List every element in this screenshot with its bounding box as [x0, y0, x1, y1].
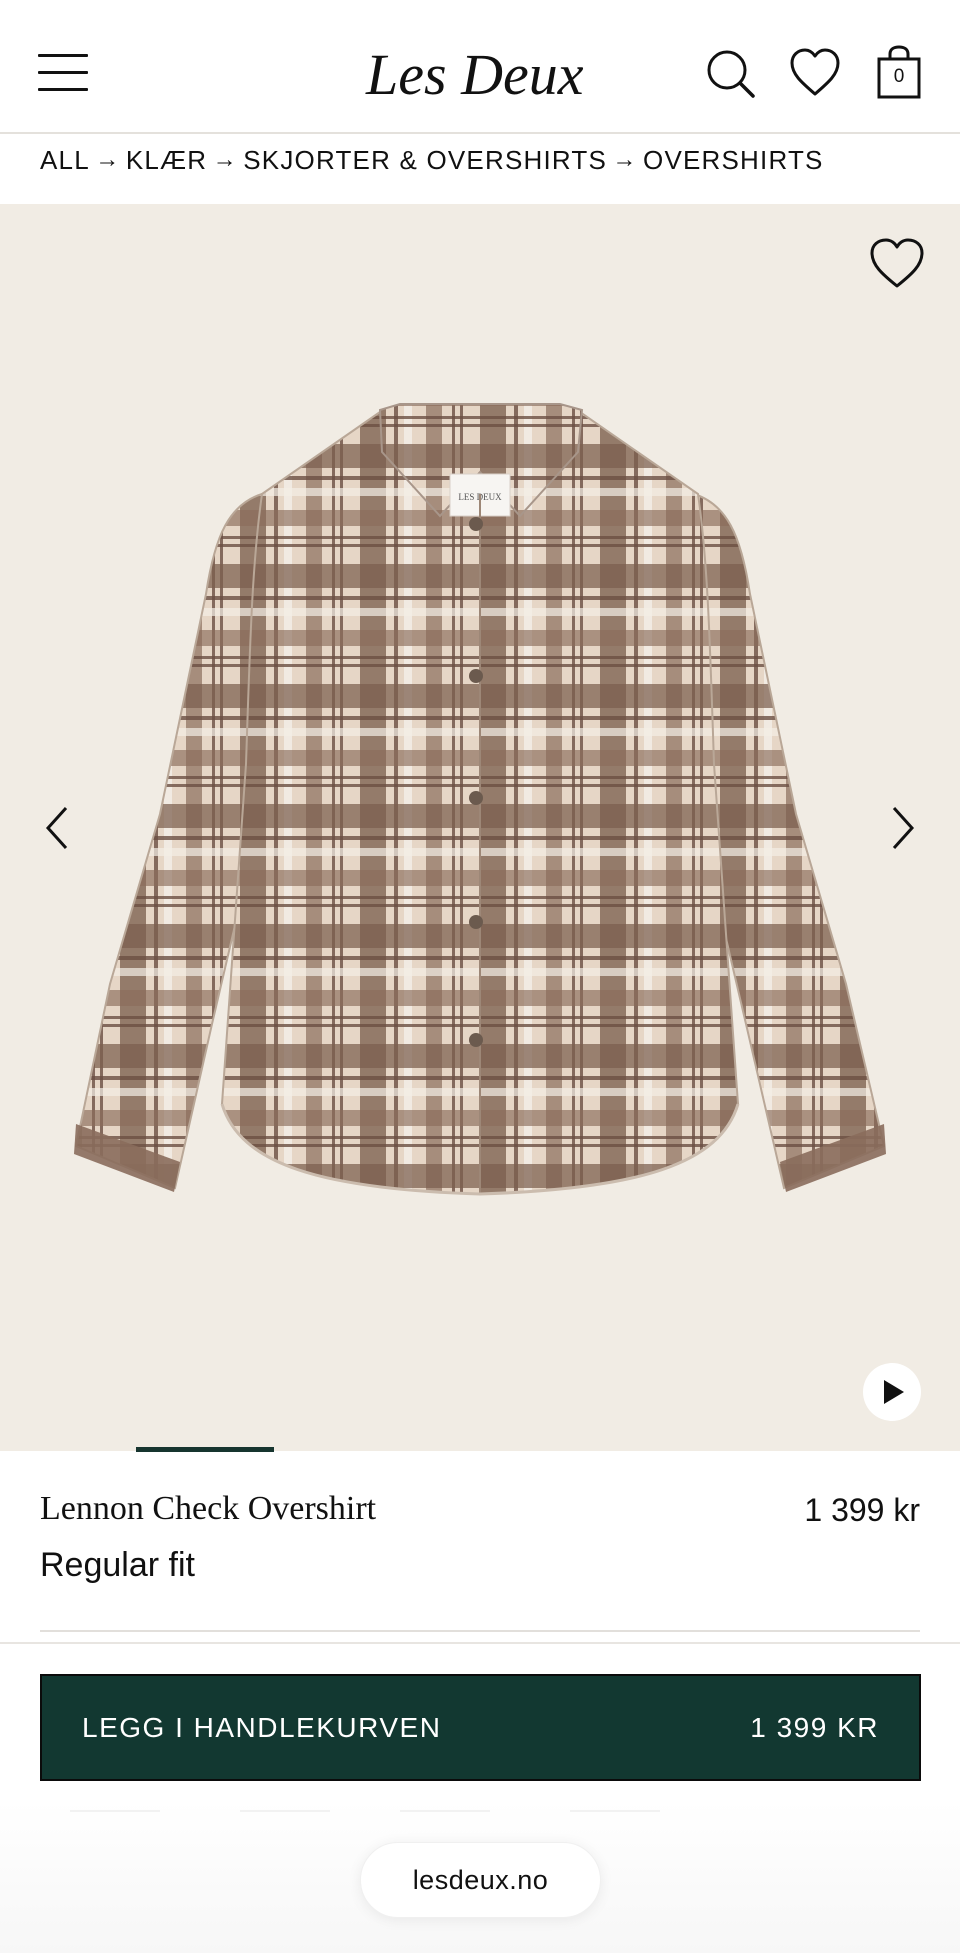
gallery-progress-indicator [136, 1447, 274, 1452]
brand-logo[interactable]: Les Deux [360, 30, 600, 110]
add-to-cart-price: 1 399 KR [750, 1712, 879, 1743]
breadcrumb-overshirts[interactable]: OVERSHIRTS [643, 145, 824, 176]
product-fit: Regular fit [40, 1546, 195, 1584]
divider [0, 1642, 960, 1644]
site-header: Les Deux 0 [0, 0, 960, 134]
search-icon[interactable] [703, 46, 757, 100]
browser-url-bar[interactable]: lesdeux.no [360, 1842, 601, 1918]
arrow-right-icon: → [212, 146, 238, 173]
divider [570, 1810, 660, 1812]
arrow-right-icon: → [612, 146, 638, 173]
url-text: lesdeux.no [412, 1865, 549, 1895]
chevron-right-icon[interactable] [880, 800, 924, 856]
menu-line [38, 71, 88, 74]
product-image: LES DEUX [74, 403, 886, 1196]
divider [40, 1630, 920, 1632]
product-name: Lennon Check Overshirt [40, 1490, 377, 1527]
brand-logo-text: Les Deux [365, 42, 584, 107]
breadcrumb-klaer[interactable]: KLÆR [126, 145, 207, 176]
divider [240, 1810, 330, 1812]
play-video-button[interactable] [863, 1363, 921, 1421]
product-gallery[interactable]: LES DEUX [0, 204, 960, 1451]
divider [400, 1810, 490, 1812]
breadcrumb: ALL → KLÆR → SKJORTER & OVERSHIRTS → OVE… [40, 140, 824, 180]
divider [70, 1810, 160, 1812]
chevron-left-icon[interactable] [36, 800, 80, 856]
menu-line [38, 88, 88, 91]
cart-count: 0 [893, 66, 905, 87]
menu-icon[interactable] [38, 52, 90, 92]
arrow-right-icon: → [95, 146, 121, 173]
heart-outline-icon[interactable] [868, 236, 926, 290]
add-to-cart-button[interactable]: LEGG I HANDLEKURVEN 1 399 KR [40, 1674, 921, 1781]
shopping-bag-icon[interactable]: 0 [872, 44, 926, 99]
product-price: 1 399 kr [804, 1492, 920, 1528]
add-to-cart-label: LEGG I HANDLEKURVEN [82, 1712, 442, 1743]
play-icon [884, 1380, 904, 1404]
wishlist-heart-icon[interactable] [788, 46, 842, 100]
menu-line [38, 54, 88, 57]
breadcrumb-all[interactable]: ALL [40, 145, 90, 176]
breadcrumb-skjorter[interactable]: SKJORTER & OVERSHIRTS [243, 145, 607, 176]
